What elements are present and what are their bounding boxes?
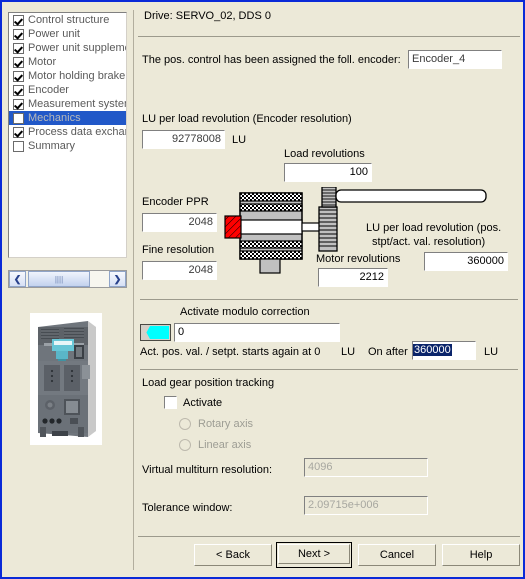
load-gear-activate-checkbox[interactable] xyxy=(164,396,177,409)
checked-checkbox-icon[interactable] xyxy=(13,42,24,54)
linear-axis-label: Linear axis xyxy=(198,439,252,451)
help-button[interactable]: Help xyxy=(442,544,520,566)
sidebar-step-label: Power unit xyxy=(28,28,80,40)
sidebar-main-separator xyxy=(133,10,134,570)
modulo-unit-left: LU xyxy=(341,346,356,358)
lu-per-load-rev-pos-field[interactable]: 360000 xyxy=(424,252,508,271)
drive-mechanics-wizard-dialog: Control structure Power unit Power unit su… xyxy=(0,0,525,579)
main-panel: Drive: SERVO_02, DDS 0 The pos. control … xyxy=(136,2,523,577)
encoder-assign-label: The pos. control has been assigned the f… xyxy=(142,54,401,66)
sidebar-step-item[interactable]: Motor xyxy=(9,55,126,69)
modulo-starts-again-label: Act. pos. val. / setpt. starts again at … xyxy=(140,346,321,358)
checked-checkbox-icon[interactable] xyxy=(13,28,24,40)
tolerance-window-label: Tolerance window: xyxy=(142,502,233,514)
sidebar-step-item[interactable]: Motor holding brake xyxy=(9,69,126,83)
modulo-on-after-field[interactable]: 360000 xyxy=(412,341,476,360)
rotary-axis-radio[interactable] xyxy=(179,418,191,430)
assigned-encoder-field[interactable]: Encoder_4 xyxy=(408,50,502,69)
checked-checkbox-icon[interactable] xyxy=(13,84,24,96)
load-gear-activate-label: Activate xyxy=(183,397,223,409)
scrollbar-track[interactable] xyxy=(90,271,109,287)
dialog-button-row: < Back Next > Cancel Help xyxy=(136,538,523,568)
lu-per-load-rev-label: LU per load revolution (Encoder resoluti… xyxy=(142,113,352,125)
page-title: Drive: SERVO_02, DDS 0 xyxy=(144,10,271,22)
scroll-right-arrow-icon[interactable]: ❯ xyxy=(109,271,126,287)
unchecked-checkbox-icon[interactable] xyxy=(13,112,24,124)
sidebar-step-label: Motor xyxy=(28,56,57,68)
activate-modulo-correction-toggle[interactable] xyxy=(140,324,171,341)
sidebar-step-item[interactable]: Mechanics xyxy=(9,111,126,125)
load-revolutions-label: Load revolutions xyxy=(284,148,365,160)
drive-device-image xyxy=(30,313,102,445)
sidebar-step-label: Summary xyxy=(28,140,76,152)
sidebar-step-item[interactable]: Process data exchang xyxy=(9,125,126,139)
activate-modulo-correction-label: Activate modulo correction xyxy=(180,306,310,318)
encoder-ppr-field[interactable]: 2048 xyxy=(142,213,217,232)
scrollbar-thumb[interactable]: |||| xyxy=(28,271,90,287)
scroll-left-arrow-icon[interactable]: ❮ xyxy=(9,271,26,287)
modulo-value-field[interactable]: 0 xyxy=(174,323,340,342)
lu-per-load-rev-pos-label-line1: LU per load revolution (pos. xyxy=(366,222,502,234)
modulo-section-separator xyxy=(140,299,518,300)
fine-resolution-field[interactable]: 2048 xyxy=(142,261,217,280)
motor-revolutions-field[interactable]: 2212 xyxy=(318,268,388,287)
back-button[interactable]: < Back xyxy=(194,544,272,566)
sidebar-step-item[interactable]: Measurement system xyxy=(9,97,126,111)
checked-checkbox-icon[interactable] xyxy=(13,56,24,68)
sidebar-step-label: Mechanics xyxy=(28,112,81,124)
sidebar-step-label: Power unit supplement xyxy=(28,42,126,54)
title-separator xyxy=(138,36,520,37)
tolerance-window-field[interactable]: 2.09715e+006 xyxy=(304,496,428,515)
cancel-button[interactable]: Cancel xyxy=(358,544,436,566)
next-button-label: Next > xyxy=(278,544,350,564)
lu-per-load-rev-field[interactable]: 92778008 xyxy=(142,130,225,149)
load-gear-section-separator xyxy=(140,369,518,370)
sidebar-horizontal-scrollbar[interactable]: ❮ |||| ❯ xyxy=(8,270,127,288)
sidebar-step-label: Encoder xyxy=(28,84,69,96)
modulo-unit-right: LU xyxy=(484,346,499,358)
unchecked-checkbox-icon[interactable] xyxy=(13,140,24,152)
sidebar-step-item[interactable]: Encoder xyxy=(9,83,126,97)
sidebar-step-item[interactable]: Power unit xyxy=(9,27,126,41)
wizard-step-list[interactable]: Control structure Power unit Power unit su… xyxy=(8,12,127,258)
load-revolutions-field[interactable]: 100 xyxy=(284,163,372,182)
wizard-step-sidebar: Control structure Power unit Power unit su… xyxy=(2,2,132,577)
load-gear-group-label: Load gear position tracking xyxy=(142,377,275,389)
linear-axis-radio[interactable] xyxy=(179,439,191,451)
encoder-ppr-label: Encoder PPR xyxy=(142,196,209,208)
checked-checkbox-icon[interactable] xyxy=(13,70,24,82)
button-row-separator xyxy=(138,536,520,537)
sidebar-step-item[interactable]: Power unit supplement xyxy=(9,41,126,55)
sidebar-step-item[interactable]: Summary xyxy=(9,139,126,153)
rotary-axis-label: Rotary axis xyxy=(198,418,254,430)
sidebar-step-label: Process data exchang xyxy=(28,126,127,138)
modulo-on-after-label: On after xyxy=(368,346,408,358)
sidebar-step-item[interactable]: Control structure xyxy=(9,13,126,27)
virtual-multiturn-field[interactable]: 4096 xyxy=(304,458,428,477)
checked-checkbox-icon[interactable] xyxy=(13,98,24,110)
lu-unit-encoder-res: LU xyxy=(232,134,247,146)
sidebar-step-label: Measurement system xyxy=(28,98,127,110)
virtual-multiturn-label: Virtual multiturn resolution: xyxy=(142,464,273,476)
lu-per-load-rev-pos-label-line2: stpt/act. val. resolution) xyxy=(372,236,486,248)
next-button[interactable]: Next > xyxy=(276,542,352,568)
modulo-on-after-value: 360000 xyxy=(413,344,452,356)
checked-checkbox-icon[interactable] xyxy=(13,126,24,138)
modulo-toggle-flag-icon xyxy=(145,326,169,339)
checked-checkbox-icon[interactable] xyxy=(13,14,24,26)
motor-revolutions-label: Motor revolutions xyxy=(316,253,401,265)
fine-resolution-label: Fine resolution xyxy=(142,244,215,256)
sidebar-step-label: Control structure xyxy=(28,14,110,26)
sidebar-step-label: Motor holding brake xyxy=(28,70,126,82)
